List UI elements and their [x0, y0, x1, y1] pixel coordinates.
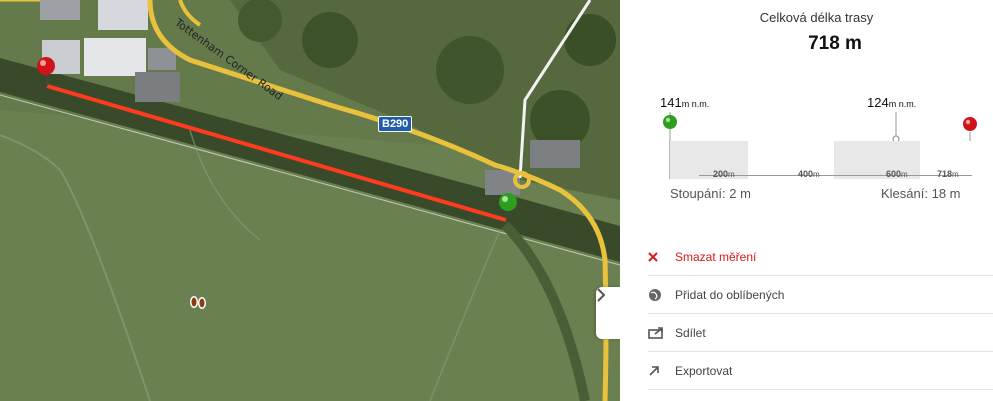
action-menu: Smazat měření Přidat do oblíbených Sdíle…: [648, 238, 993, 390]
collapse-panel-button[interactable]: [596, 287, 620, 339]
road-badge: B290: [378, 116, 413, 132]
favorite-globe-icon: [648, 288, 675, 302]
parking-lot: [135, 72, 180, 102]
building: [98, 0, 148, 30]
tree-cluster: [238, 0, 282, 42]
total-length-value: 718 m: [808, 33, 862, 54]
total-length-label: Celková délka trasy: [759, 10, 874, 25]
green-pin-icon: [663, 115, 677, 129]
profile-tick: 718m: [937, 169, 959, 179]
share-button[interactable]: Sdílet: [648, 314, 993, 352]
map-satellite-layer[interactable]: [0, 0, 620, 401]
measurement-panel: Celková délka trasy 718 m 141m n.m. 124m…: [620, 0, 993, 401]
red-pin-icon: [963, 117, 977, 131]
elevation-profile: 200m 400m 600m 718m: [669, 141, 972, 179]
export-button[interactable]: Exportovat: [648, 352, 993, 390]
building: [40, 0, 80, 20]
chevron-right-icon: [597, 288, 606, 302]
add-favorite-label: Přidat do oblíbených: [675, 287, 785, 302]
delete-measurement-button[interactable]: Smazat měření: [648, 238, 993, 276]
ascent-stat: Stoupání: 2 m: [670, 186, 751, 201]
descent-stat: Klesání: 18 m: [881, 186, 961, 201]
profile-segment: [669, 141, 748, 179]
profile-markers: [663, 112, 977, 143]
tree-cluster: [564, 14, 616, 66]
profile-tick: 400m: [798, 169, 820, 179]
export-arrow-icon: [648, 365, 675, 377]
map-view[interactable]: Tottenham Corner Road B290: [0, 0, 620, 401]
profile-axis: [699, 175, 972, 176]
tree-cluster: [436, 36, 504, 104]
share-label: Sdílet: [675, 325, 706, 340]
profile-tick: 600m: [886, 169, 908, 179]
tree-cluster: [302, 12, 358, 68]
building: [84, 38, 146, 76]
delete-measurement-label: Smazat měření: [675, 249, 757, 264]
close-icon: [648, 251, 675, 262]
export-label: Exportovat: [675, 363, 733, 378]
profile-tick: 200m: [713, 169, 735, 179]
share-icon: [648, 326, 675, 339]
add-favorite-button[interactable]: Přidat do oblíbených: [648, 276, 993, 314]
parking-lot: [530, 140, 580, 168]
